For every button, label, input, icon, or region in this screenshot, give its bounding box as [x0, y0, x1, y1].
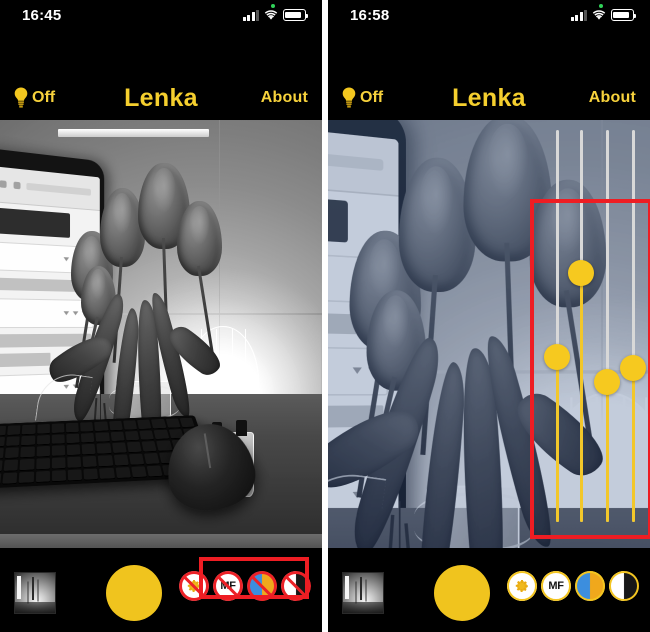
camera-viewfinder[interactable]	[0, 120, 322, 548]
wifi-icon	[592, 9, 606, 21]
slider-knob	[594, 369, 620, 395]
phone-screen-right: 16:58 Off Lenka About MF	[328, 0, 650, 632]
disabled-slash-icon	[213, 571, 243, 601]
app-header: Off Lenka About	[0, 30, 322, 120]
status-bar: 16:58	[328, 0, 650, 30]
status-clock: 16:58	[350, 6, 390, 24]
white-balance-tool-button[interactable]	[575, 571, 605, 601]
camera-active-dot-icon	[271, 4, 275, 8]
phone-screen-left: 16:45 Off Lenka About MF	[0, 0, 322, 632]
disabled-slash-icon	[281, 571, 311, 601]
shelf-edge	[57, 128, 210, 137]
torch-label: Off	[360, 89, 384, 106]
manual-focus-tool-button[interactable]: MF	[213, 571, 243, 601]
torch-toggle[interactable]: Off	[11, 86, 55, 110]
wifi-icon	[264, 9, 278, 21]
battery-icon	[283, 9, 309, 21]
active-ring	[541, 571, 571, 601]
shutter-button[interactable]	[434, 565, 490, 621]
slider-knob	[568, 260, 594, 286]
lightbulb-icon	[342, 87, 356, 108]
status-bar: 16:45	[0, 0, 322, 30]
manual-controls-toolbar: MF	[507, 571, 639, 601]
manual-focus-tool-button[interactable]: MF	[541, 571, 571, 601]
active-ring	[609, 571, 639, 601]
status-clock: 16:45	[22, 6, 62, 24]
contrast-tool-button[interactable]	[609, 571, 639, 601]
white-balance-slider[interactable]	[594, 130, 620, 522]
manual-focus-slider[interactable]	[568, 130, 594, 522]
app-header: Off Lenka About	[328, 30, 650, 120]
disabled-slash-icon	[247, 571, 277, 601]
last-photo-thumbnail[interactable]	[14, 572, 56, 614]
about-link[interactable]: About	[261, 89, 308, 107]
signal-bars-icon	[242, 9, 259, 21]
contrast-tool-button[interactable]	[281, 571, 311, 601]
status-indicators	[570, 9, 637, 21]
signal-bars-icon	[570, 9, 587, 21]
status-indicators	[242, 9, 309, 21]
shutter-button[interactable]	[106, 565, 162, 621]
viewfinder-scene	[0, 120, 322, 548]
slider-knob	[544, 344, 570, 370]
torch-toggle[interactable]: Off	[339, 86, 383, 110]
camera-active-dot-icon	[599, 4, 603, 8]
manual-sliders-overlay	[328, 120, 650, 548]
active-ring	[575, 571, 605, 601]
camera-bottom-bar: MF	[328, 548, 650, 632]
exposure-tool-button[interactable]	[179, 571, 209, 601]
battery-icon	[611, 9, 637, 21]
about-link[interactable]: About	[589, 89, 636, 107]
lightbulb-icon	[14, 87, 28, 108]
contrast-slider[interactable]	[620, 130, 646, 522]
screenshot-root: 16:45 Off Lenka About MF 16:58 Off Lenka…	[0, 0, 650, 632]
exposure-slider[interactable]	[544, 130, 570, 522]
slider-knob	[620, 355, 646, 381]
manual-controls-toolbar: MF	[179, 571, 311, 601]
camera-viewfinder[interactable]	[328, 120, 650, 548]
white-balance-tool-button[interactable]	[247, 571, 277, 601]
torch-label: Off	[32, 89, 56, 106]
exposure-tool-button[interactable]	[507, 571, 537, 601]
disabled-slash-icon	[179, 571, 209, 601]
last-photo-thumbnail[interactable]	[342, 572, 384, 614]
wall-edge	[135, 120, 322, 121]
camera-bottom-bar: MF	[0, 548, 322, 632]
active-ring	[507, 571, 537, 601]
